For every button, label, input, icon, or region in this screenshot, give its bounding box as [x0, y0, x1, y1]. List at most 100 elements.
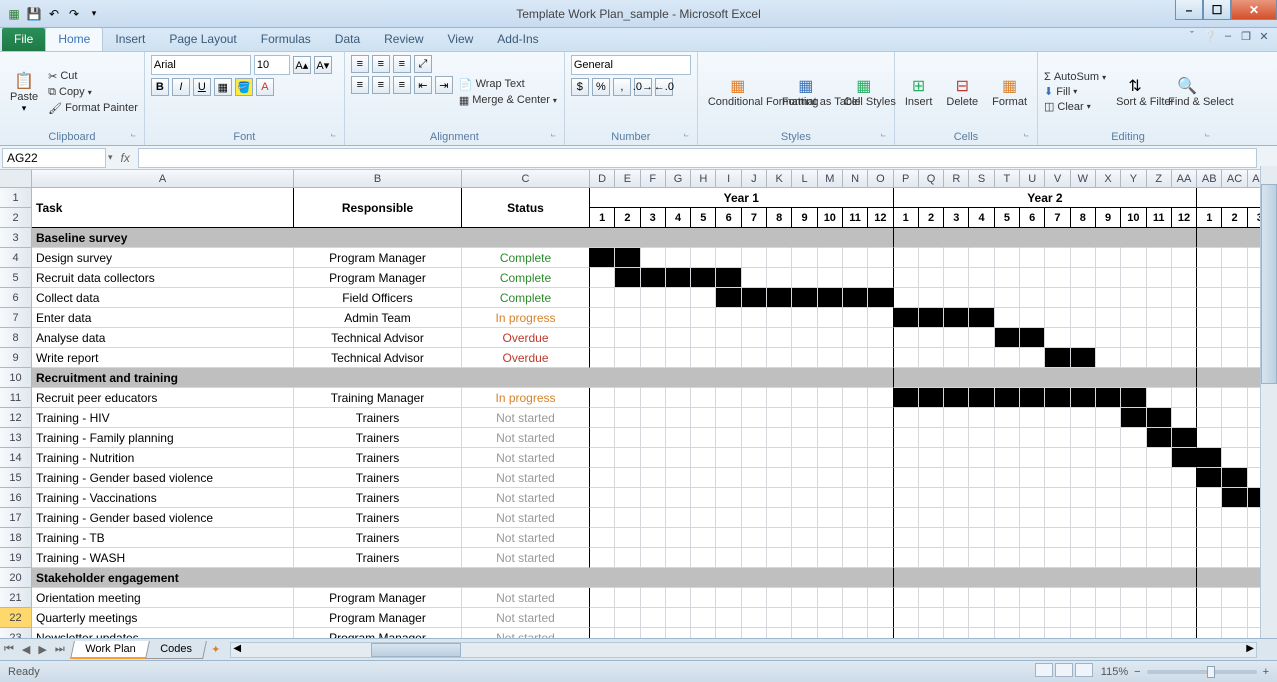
gantt-cell[interactable]: [1020, 588, 1045, 608]
gantt-cell[interactable]: [843, 448, 868, 468]
gantt-cell[interactable]: [1071, 488, 1096, 508]
gantt-cell[interactable]: [818, 268, 843, 288]
gantt-cell[interactable]: [615, 448, 640, 468]
gantt-cell[interactable]: [995, 488, 1020, 508]
gantt-cell[interactable]: [1222, 248, 1247, 268]
gantt-cell[interactable]: [792, 468, 817, 488]
gantt-cell[interactable]: [792, 488, 817, 508]
gantt-cell[interactable]: [969, 348, 994, 368]
gantt-cell[interactable]: [818, 408, 843, 428]
cell-responsible[interactable]: Training Manager: [294, 388, 462, 408]
cell-responsible[interactable]: Trainers: [294, 488, 462, 508]
gantt-cell[interactable]: [1096, 388, 1121, 408]
gantt-cell[interactable]: [590, 348, 615, 368]
gantt-cell[interactable]: [868, 368, 893, 388]
gantt-cell[interactable]: [716, 568, 741, 588]
gantt-cell[interactable]: [1020, 368, 1045, 388]
row-header-10[interactable]: 10: [0, 368, 32, 388]
gantt-cell[interactable]: [792, 528, 817, 548]
gantt-cell[interactable]: [1020, 448, 1045, 468]
row-header-1[interactable]: 1: [0, 188, 32, 208]
gantt-cell[interactable]: [615, 248, 640, 268]
gantt-cell[interactable]: [1096, 428, 1121, 448]
table-row[interactable]: Enter dataAdmin TeamIn progress: [32, 308, 1273, 328]
gantt-cell[interactable]: [767, 268, 792, 288]
gantt-cell[interactable]: [1172, 248, 1197, 268]
gantt-cell[interactable]: [590, 228, 615, 248]
gantt-cell[interactable]: [691, 388, 716, 408]
gantt-cell[interactable]: [868, 268, 893, 288]
gantt-cell[interactable]: [894, 328, 919, 348]
gantt-cell[interactable]: [1222, 388, 1247, 408]
table-row[interactable]: Orientation meetingProgram ManagerNot st…: [32, 588, 1273, 608]
gantt-cell[interactable]: [818, 328, 843, 348]
gantt-cell[interactable]: [818, 368, 843, 388]
gantt-cell[interactable]: [843, 368, 868, 388]
col-header-AC[interactable]: AC: [1222, 170, 1247, 188]
formula-input[interactable]: [138, 148, 1257, 168]
undo-icon[interactable]: ↶: [46, 6, 62, 22]
cell-status[interactable]: Not started: [462, 548, 590, 568]
zoom-level[interactable]: 115%: [1101, 666, 1128, 678]
gantt-cell[interactable]: [792, 408, 817, 428]
gantt-cell[interactable]: [1045, 248, 1070, 268]
gantt-cell[interactable]: [894, 308, 919, 328]
gantt-cell[interactable]: [995, 328, 1020, 348]
gantt-cell[interactable]: [1071, 228, 1096, 248]
gantt-cell[interactable]: [818, 488, 843, 508]
gantt-cell[interactable]: [944, 288, 969, 308]
cell-task[interactable]: Training - WASH: [32, 548, 294, 568]
gantt-cell[interactable]: [590, 548, 615, 568]
gantt-cell[interactable]: [843, 468, 868, 488]
gantt-cell[interactable]: [590, 528, 615, 548]
gantt-cell[interactable]: [843, 248, 868, 268]
cell-task[interactable]: Enter data: [32, 308, 294, 328]
gantt-cell[interactable]: [818, 428, 843, 448]
gantt-cell[interactable]: [1045, 528, 1070, 548]
table-row[interactable]: Training - WASHTrainersNot started: [32, 548, 1273, 568]
gantt-cell[interactable]: [919, 608, 944, 628]
gantt-cell[interactable]: [767, 348, 792, 368]
gantt-cell[interactable]: [691, 448, 716, 468]
font-size-combo[interactable]: [254, 55, 290, 75]
gantt-cell[interactable]: [944, 308, 969, 328]
gantt-cell[interactable]: [868, 248, 893, 268]
gantt-cell[interactable]: [641, 348, 666, 368]
tab-review[interactable]: Review: [372, 28, 435, 51]
cell-task[interactable]: Quarterly meetings: [32, 608, 294, 628]
gantt-cell[interactable]: [1147, 408, 1172, 428]
gantt-cell[interactable]: [1197, 528, 1222, 548]
gantt-cell[interactable]: [868, 308, 893, 328]
gantt-cell[interactable]: [1045, 228, 1070, 248]
gantt-cell[interactable]: [742, 588, 767, 608]
font-color-button[interactable]: A: [256, 78, 274, 96]
gantt-cell[interactable]: [1172, 408, 1197, 428]
gantt-cell[interactable]: [1121, 348, 1146, 368]
gantt-cell[interactable]: [615, 268, 640, 288]
gantt-cell[interactable]: [894, 348, 919, 368]
col-header-AA[interactable]: AA: [1172, 170, 1197, 188]
tab-file[interactable]: File: [2, 28, 45, 51]
gantt-cell[interactable]: [843, 328, 868, 348]
gantt-cell[interactable]: [944, 528, 969, 548]
gantt-cell[interactable]: [1197, 428, 1222, 448]
cell-status[interactable]: Not started: [462, 488, 590, 508]
gantt-cell[interactable]: [1147, 488, 1172, 508]
gantt-cell[interactable]: [1222, 288, 1247, 308]
col-header-L[interactable]: L: [792, 170, 817, 188]
gantt-cell[interactable]: [1071, 408, 1096, 428]
table-row[interactable]: Training - VaccinationsTrainersNot start…: [32, 488, 1273, 508]
gantt-cell[interactable]: [1222, 268, 1247, 288]
gantt-cell[interactable]: [1197, 268, 1222, 288]
gantt-cell[interactable]: [792, 548, 817, 568]
col-header-AB[interactable]: AB: [1197, 170, 1222, 188]
col-header-Z[interactable]: Z: [1147, 170, 1172, 188]
gantt-cell[interactable]: [716, 228, 741, 248]
horizontal-scrollbar[interactable]: ◀▶: [230, 642, 1257, 658]
gantt-cell[interactable]: [1045, 348, 1070, 368]
gantt-cell[interactable]: [1071, 268, 1096, 288]
gantt-cell[interactable]: [919, 288, 944, 308]
gantt-cell[interactable]: [1197, 608, 1222, 628]
col-header-X[interactable]: X: [1096, 170, 1121, 188]
gantt-cell[interactable]: [767, 568, 792, 588]
